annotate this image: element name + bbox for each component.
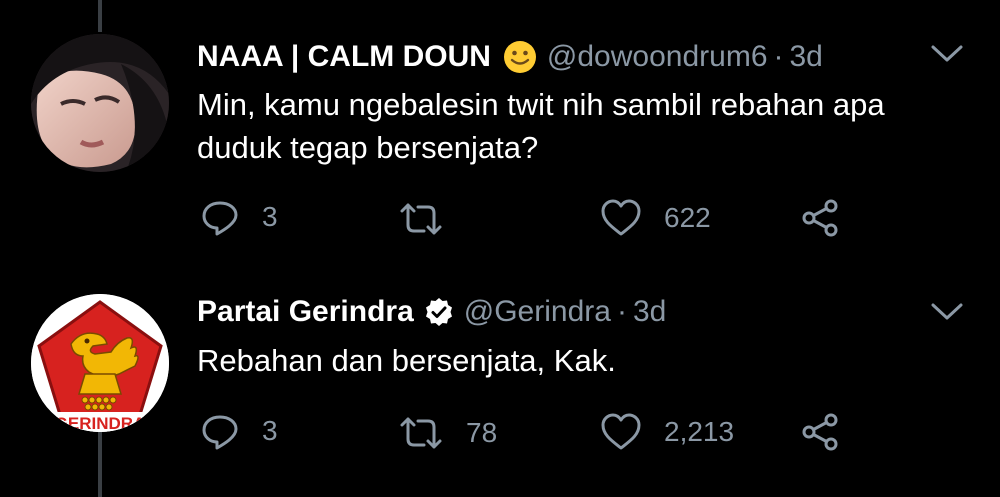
share-icon [802, 413, 838, 451]
display-name[interactable]: Partai Gerindra [197, 295, 414, 329]
reply-button[interactable]: 3 [200, 195, 278, 239]
display-name[interactable]: NAAA | CALM DOUN [197, 40, 491, 74]
thread-line-top [98, 0, 102, 32]
tweet-header: Partai Gerindra @Gerindra · 3d [197, 292, 666, 332]
gerindra-logo: GERINDRA [31, 294, 169, 432]
avatar-photo [31, 34, 169, 172]
reply-button[interactable]: 3 [200, 409, 278, 453]
separator-dot: · [616, 295, 627, 328]
chevron-down-icon[interactable] [930, 44, 964, 64]
retweet-icon [400, 203, 442, 235]
reply-icon [202, 201, 238, 236]
tweet-text: Min, kamu ngebalesin twit nih sambil reb… [197, 87, 885, 165]
like-count: 622 [664, 202, 711, 233]
share-icon [802, 199, 838, 237]
like-button[interactable]: 2,213 [600, 410, 734, 454]
like-icon [601, 413, 641, 450]
tweet-header: NAAA | CALM DOUN @dowoondrum6 · 3d [197, 37, 823, 77]
reply-count: 3 [262, 201, 278, 232]
like-icon [601, 199, 641, 236]
avatar-dowoondrum6[interactable] [31, 34, 169, 172]
verified-badge-icon [424, 297, 454, 327]
retweet-button[interactable] [398, 197, 466, 241]
like-count: 2,213 [664, 416, 735, 447]
retweet-count: 78 [466, 417, 498, 448]
reply-count: 3 [262, 415, 278, 446]
share-button[interactable] [800, 410, 840, 454]
tweet-text: Rebahan dan bersenjata, Kak. [197, 343, 616, 378]
slightly-smiling-face-emoji-icon [503, 40, 537, 74]
share-button[interactable] [800, 196, 840, 240]
user-handle[interactable]: @Gerindra [464, 295, 611, 329]
logo-text: GERINDRA [55, 414, 146, 432]
separator-dot: · [773, 40, 784, 73]
like-button[interactable]: 622 [600, 196, 711, 240]
retweet-icon [400, 417, 442, 449]
reply-icon [202, 415, 238, 450]
avatar-gerindra[interactable]: GERINDRA [31, 294, 169, 432]
tweet-time[interactable]: 3d [790, 40, 823, 74]
chevron-down-icon[interactable] [930, 302, 964, 322]
user-handle[interactable]: @dowoondrum6 [547, 40, 768, 74]
retweet-button[interactable]: 78 [398, 411, 497, 455]
tweet-time[interactable]: 3d [633, 295, 666, 329]
